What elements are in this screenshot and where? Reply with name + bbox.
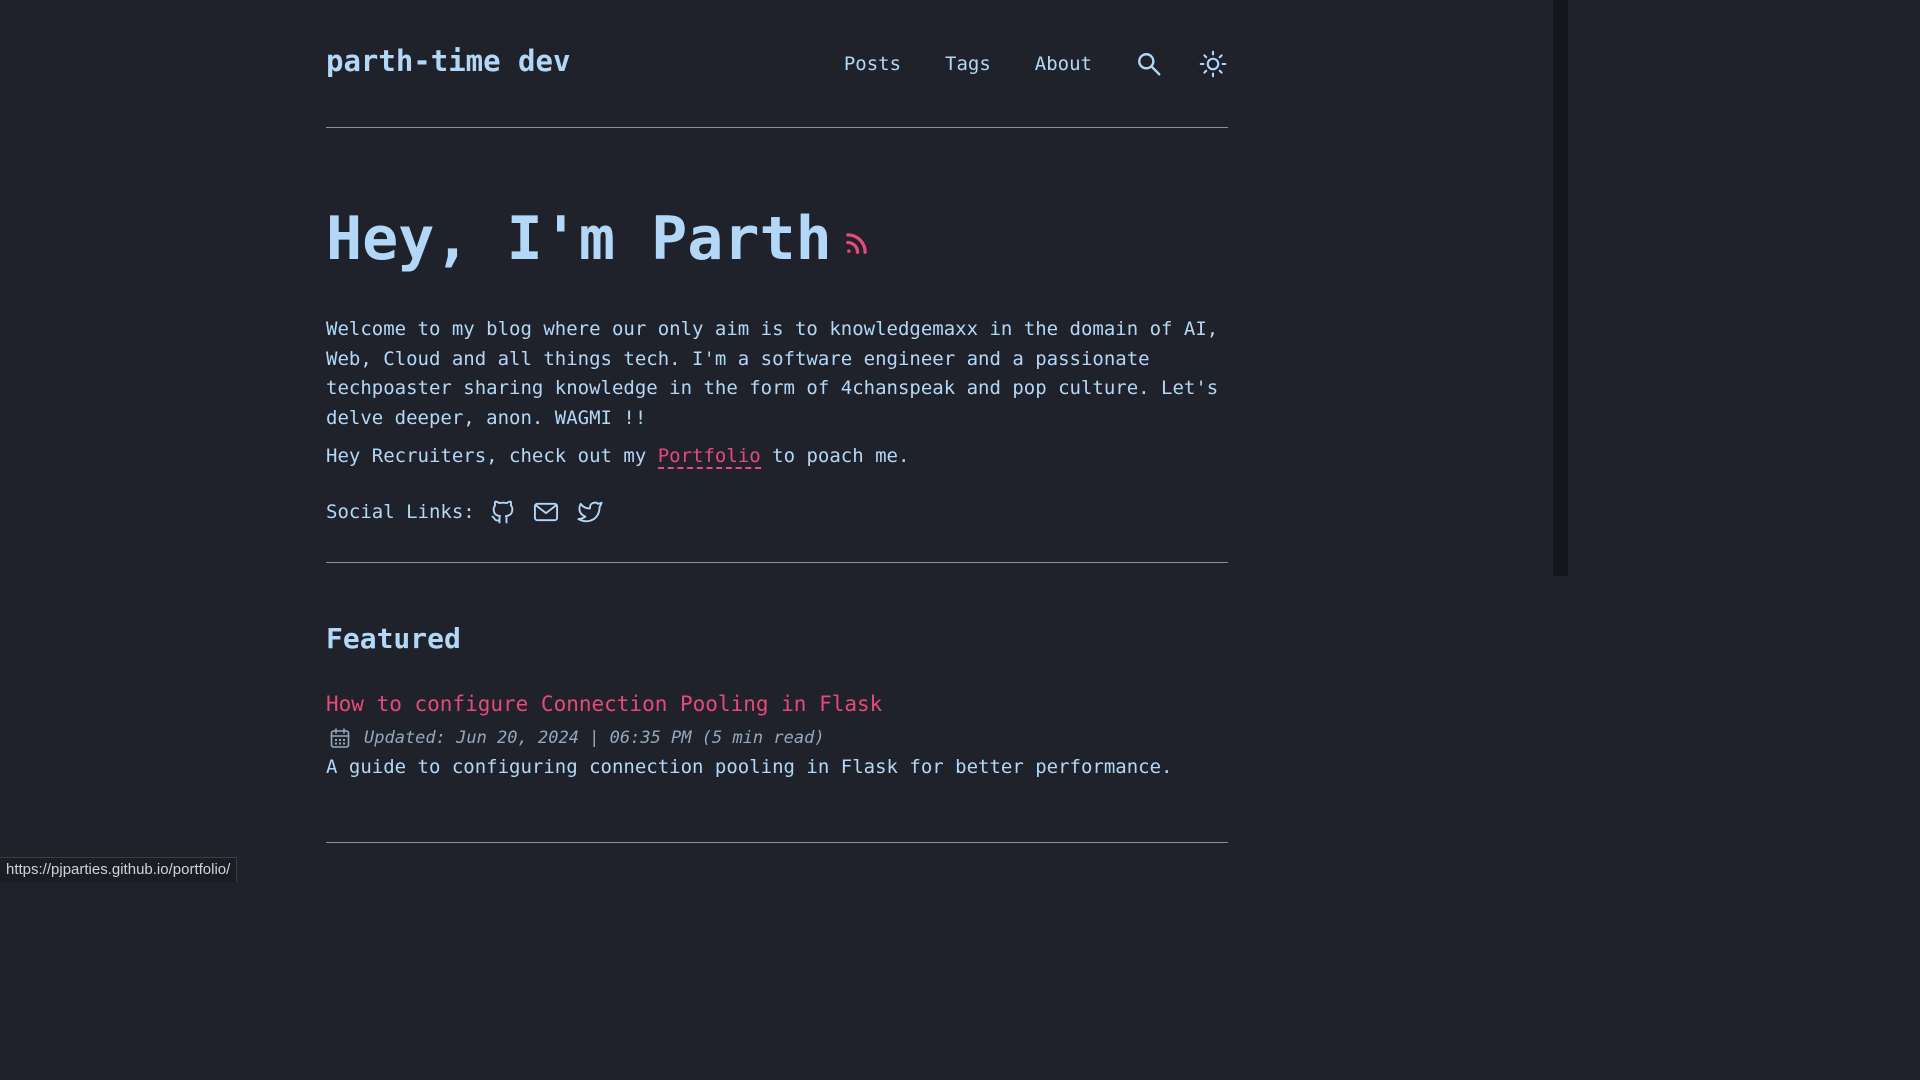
hero-heading: Hey, I'm Parth [326,204,832,274]
featured-heading: Featured [326,622,461,655]
featured-post-date: Updated: Jun 20, 2024 | 06:35 PM (5 min … [364,728,825,748]
rss-icon [845,233,867,254]
nav-item-posts[interactable]: Posts [844,53,901,75]
hero-section: Hey, I'm Parth [326,200,870,278]
search-button[interactable] [1134,49,1164,79]
post-divider [326,842,1228,843]
site-header: parth-time dev Posts Tags About [326,0,1228,128]
nav-item-about[interactable]: About [1035,53,1092,75]
social-links-label: Social Links: [326,501,475,523]
recruiter-line: Hey Recruiters, check out my Portfolio t… [326,442,909,472]
twitter-link[interactable] [575,498,605,526]
page-container: parth-time dev Posts Tags About Hey, I'm… [326,0,1228,843]
recruiter-text-after: to poach me. [760,445,910,467]
link-status-bar: https://pjparties.github.io/portfolio/ [0,857,238,882]
scrollbar-track[interactable] [1553,0,1568,882]
github-link[interactable] [489,498,517,526]
search-icon [1138,53,1161,76]
sun-icon [1199,50,1227,78]
featured-post-meta: Updated: Jun 20, 2024 | 06:35 PM (5 min … [328,726,825,750]
portfolio-link[interactable]: Portfolio [657,445,761,469]
mail-icon [533,502,558,522]
social-links: Social Links: [326,496,605,528]
theme-toggle-button[interactable] [1198,49,1228,79]
twitter-icon [577,501,603,523]
scrollbar-thumb[interactable] [1553,0,1568,576]
rss-link[interactable] [844,230,870,260]
mail-link[interactable] [531,498,561,526]
section-divider [326,562,1228,563]
github-icon [491,500,513,524]
site-title-link[interactable]: parth-time dev [326,44,570,78]
main-nav: Posts Tags About [844,44,1228,84]
recruiter-text-before: Hey Recruiters, check out my [326,445,658,467]
nav-item-tags[interactable]: Tags [945,53,991,75]
featured-post-title[interactable]: How to configure Connection Pooling in F… [326,692,882,716]
intro-paragraph: Welcome to my blog where our only aim is… [326,318,1219,429]
calendar-icon [330,728,350,748]
featured-post-description: A guide to configuring connection poolin… [326,756,1173,778]
